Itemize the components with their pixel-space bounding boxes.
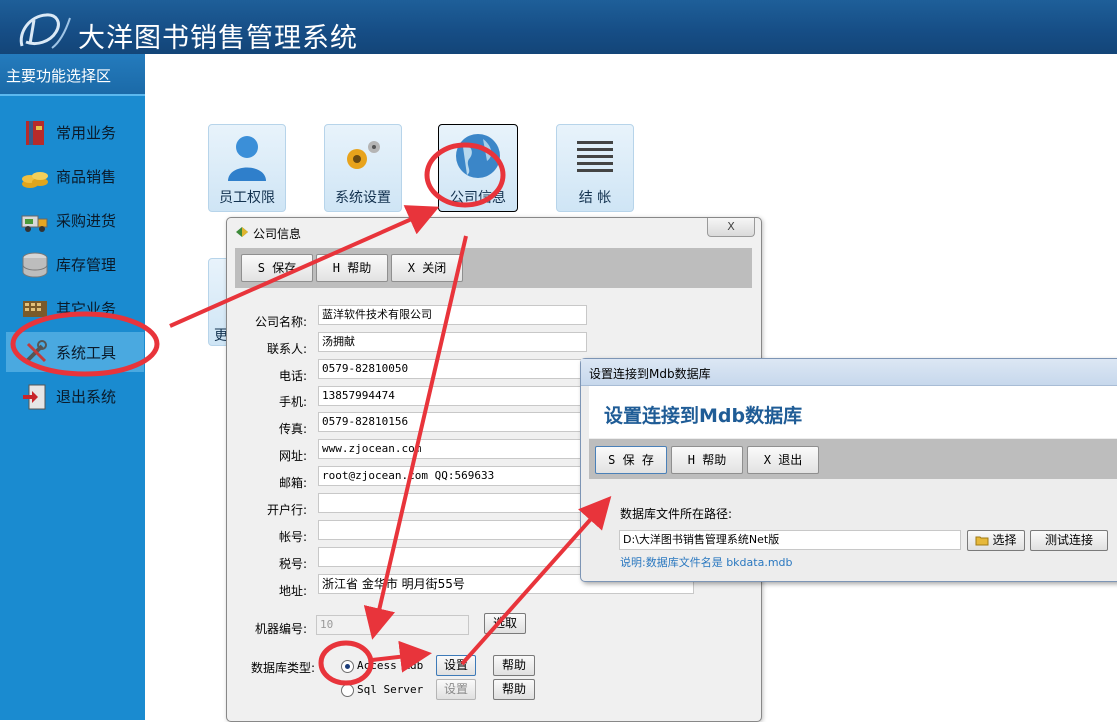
folder-icon — [975, 533, 989, 551]
coins-icon — [20, 162, 50, 192]
close-dialog-button[interactable]: X 关闭 — [391, 254, 463, 282]
sidebar-item-purchase[interactable]: 采购进货 — [6, 200, 144, 240]
filename-note: 说明:数据库文件名是 bkdata.mdb — [620, 556, 793, 569]
access-setup-button[interactable]: 设置 — [436, 655, 476, 676]
help-button[interactable]: H 帮助 — [671, 446, 743, 474]
path-label: 数据库文件所在路径: — [620, 507, 733, 521]
field-label: 传真: — [278, 422, 307, 436]
field-label: 地址: — [278, 584, 307, 598]
sidebar-title-text: 主要功能选择区 — [6, 67, 112, 85]
tile-label: 结 帐 — [578, 190, 612, 206]
field-label: 税号: — [278, 557, 307, 571]
sql-server-radio[interactable] — [341, 684, 354, 697]
sql-help-button[interactable]: 帮助 — [493, 679, 535, 700]
field-label: 帐号: — [278, 530, 307, 544]
sidebar-item-label: 退出系统 — [56, 388, 117, 406]
access-mdb-radio[interactable] — [341, 660, 354, 673]
sidebar-title: 主要功能选择区 — [0, 54, 145, 96]
mobile-field[interactable]: 13857994474 — [318, 386, 582, 406]
sidebar-item-sales[interactable]: 商品销售 — [6, 156, 144, 196]
mdb-heading: 设置连接到Mdb数据库 — [604, 405, 803, 427]
sidebar-item-label: 库存管理 — [56, 256, 117, 274]
globe-icon — [453, 131, 503, 184]
tile-checkout[interactable]: 结 帐 — [556, 124, 634, 212]
field-label: 开户行: — [266, 503, 307, 517]
user-icon — [225, 133, 269, 186]
exit-icon — [20, 382, 50, 412]
tile-label: 系统设置 — [335, 190, 391, 206]
db-path-field[interactable]: D:\大洋图书销售管理系统Net版 — [619, 530, 961, 550]
test-connection-button[interactable]: 测试连接 — [1030, 530, 1108, 551]
dialog-toolbar: S 保存 H 帮助 X 关闭 — [235, 248, 752, 288]
phone-field[interactable]: 0579-82810050 — [318, 359, 582, 379]
window-title: 设置连接到Mdb数据库 — [589, 367, 711, 381]
machine-id-field: 10 — [316, 615, 469, 635]
tile-company-info[interactable]: 公司信息 — [438, 124, 518, 212]
window-titlebar: 设置连接到Mdb数据库 — [581, 359, 1117, 386]
field-label: 联系人: — [266, 342, 307, 356]
tile-label: 公司信息 — [450, 190, 506, 206]
select-label: 选择 — [992, 533, 1017, 547]
help-button[interactable]: H 帮助 — [316, 254, 388, 282]
sidebar-item-label: 常用业务 — [56, 124, 117, 142]
tile-system-settings[interactable]: 系统设置 — [324, 124, 402, 212]
contact-field[interactable]: 汤拥献 — [318, 332, 587, 352]
field-label: 电话: — [278, 369, 307, 383]
machine-id-label: 机器编号: — [254, 622, 307, 636]
email-field[interactable]: root@zjocean.com QQ:569633 — [318, 466, 582, 486]
mdb-toolbar: S 保 存 H 帮助 X 退出 — [589, 439, 1117, 479]
sidebar-item-label: 商品销售 — [56, 168, 117, 186]
mdb-connection-dialog: 设置连接到Mdb数据库 设置连接到Mdb数据库 S 保 存 H 帮助 X 退出 … — [580, 358, 1117, 582]
field-label: 网址: — [278, 449, 307, 463]
close-button[interactable]: X — [707, 218, 755, 237]
sql-setup-button: 设置 — [436, 679, 476, 700]
book-icon — [20, 118, 50, 148]
tile-label: 员工权限 — [219, 190, 275, 206]
sidebar-item-other[interactable]: 其它业务 — [6, 288, 144, 328]
gear-icon — [341, 137, 385, 180]
sidebar-item-common[interactable]: 常用业务 — [6, 112, 144, 152]
tile-staff-permissions[interactable]: 员工权限 — [208, 124, 286, 212]
database-icon — [20, 250, 50, 280]
radio-label: Sql Server — [357, 683, 424, 696]
db-type-label: 数据库类型: — [251, 661, 316, 675]
exit-button[interactable]: X 退出 — [747, 446, 819, 474]
account-field[interactable] — [318, 520, 582, 540]
truck-icon — [20, 206, 50, 236]
sidebar-item-label: 系统工具 — [56, 344, 117, 362]
radio-label: Access Mdb — [357, 659, 424, 672]
company-name-field[interactable]: 蓝洋软件技术有限公司 — [318, 305, 587, 325]
select-button[interactable]: 选择 — [967, 530, 1025, 551]
tax-id-field[interactable] — [318, 547, 582, 567]
tools-icon — [20, 338, 50, 368]
logo-icon — [16, 12, 72, 50]
bank-field[interactable] — [318, 493, 582, 513]
field-label: 手机: — [278, 395, 307, 409]
notebook-icon — [235, 226, 249, 241]
grid-icon — [20, 294, 50, 324]
sidebar-item-label: 采购进货 — [56, 212, 117, 230]
sidebar-item-label: 其它业务 — [56, 300, 117, 318]
save-button[interactable]: S 保 存 — [595, 446, 667, 474]
dialog-title: 公司信息 — [253, 227, 302, 241]
fax-field[interactable]: 0579-82810156 — [318, 412, 582, 432]
field-label: 公司名称: — [254, 315, 307, 329]
access-help-button[interactable]: 帮助 — [493, 655, 535, 676]
save-button[interactable]: S 保存 — [241, 254, 313, 282]
sidebar-item-inventory[interactable]: 库存管理 — [6, 244, 144, 284]
pick-button[interactable]: 选取 — [484, 613, 526, 634]
sidebar-item-tools[interactable]: 系统工具 — [6, 332, 144, 372]
ledger-icon — [575, 137, 615, 180]
website-field[interactable]: www.zjocean.com — [318, 439, 582, 459]
app-title: 大洋图书销售管理系统 — [78, 23, 358, 54]
sidebar-item-exit[interactable]: 退出系统 — [6, 376, 144, 416]
mdb-header-panel: 设置连接到Mdb数据库 — [589, 386, 1117, 438]
field-label: 邮箱: — [278, 476, 307, 490]
